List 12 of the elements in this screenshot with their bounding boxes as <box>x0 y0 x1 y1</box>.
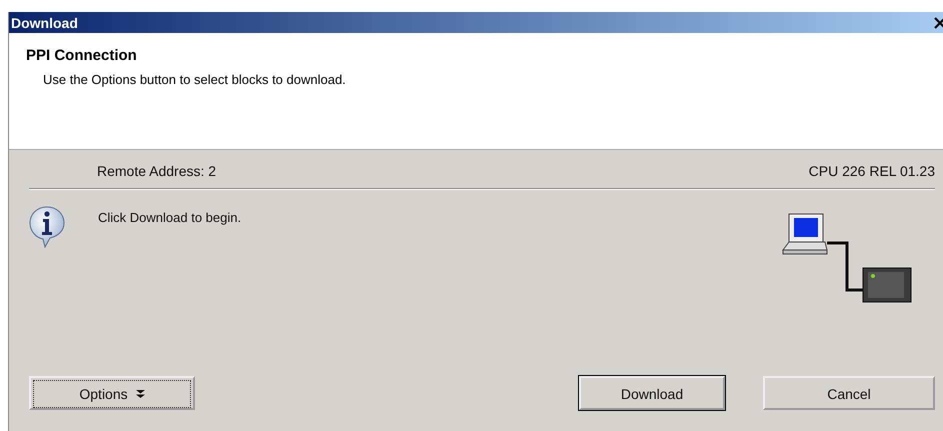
download-button[interactable]: Download <box>579 376 725 410</box>
header-subtitle: Use the Options button to select blocks to download. <box>43 72 347 87</box>
window-title: Download <box>11 14 78 30</box>
header-title: PPI Connection <box>26 47 138 64</box>
remote-address: Remote Address: 2 <box>97 163 216 179</box>
info-icon <box>29 206 65 248</box>
status-message: Click Download to begin. <box>98 210 242 225</box>
cpu-version: CPU 226 REL 01.23 <box>808 163 935 179</box>
options-button[interactable]: Options <box>29 376 195 410</box>
double-chevron-icon <box>136 389 145 399</box>
close-icon[interactable] <box>933 16 943 30</box>
cancel-button[interactable]: Cancel <box>763 376 935 410</box>
